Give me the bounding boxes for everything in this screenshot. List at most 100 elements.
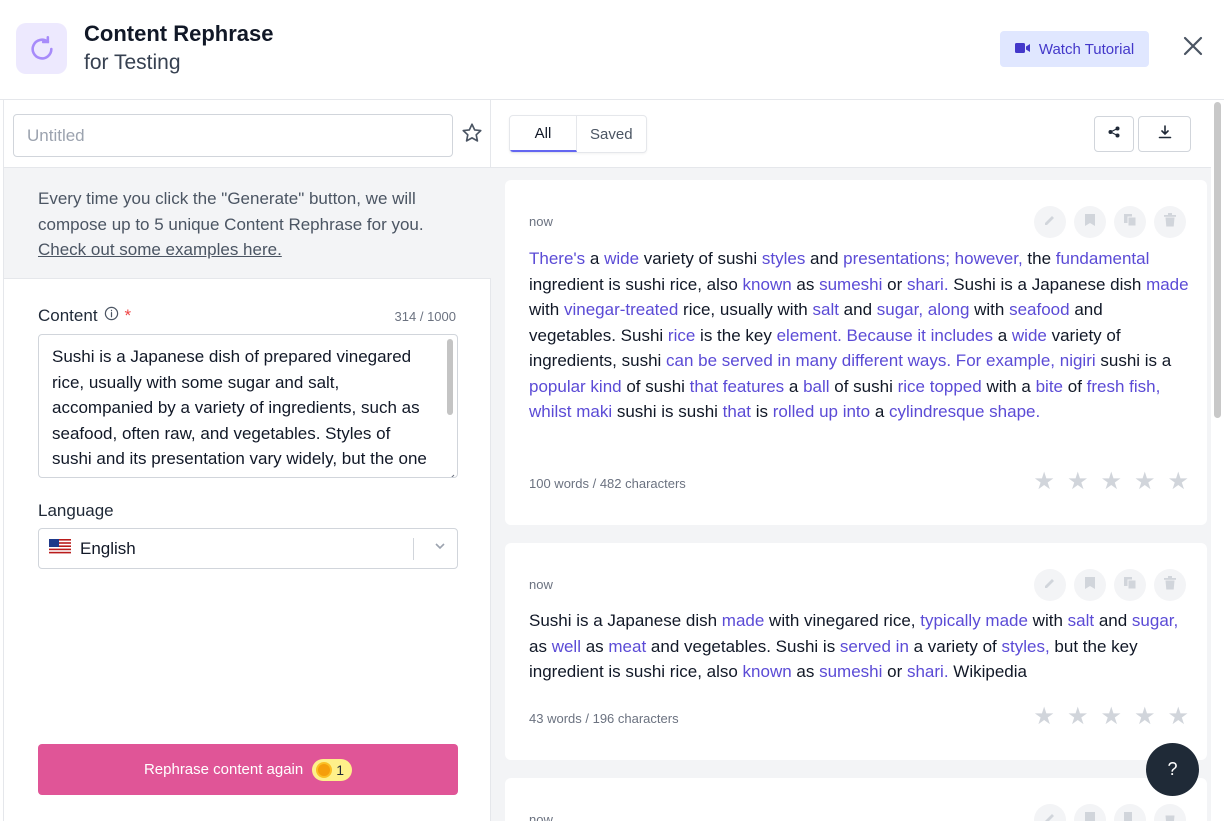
save-button[interactable]	[1074, 206, 1106, 238]
text-segment: with	[1027, 611, 1068, 630]
copy-icon	[1123, 811, 1137, 821]
watch-tutorial-button[interactable]: Watch Tutorial	[1000, 31, 1149, 67]
character-count: 314 / 1000	[394, 309, 456, 324]
rephrased-word: known	[742, 662, 792, 681]
credit-badge: 1	[312, 758, 353, 781]
edit-button[interactable]	[1034, 206, 1066, 238]
text-segment: and	[1094, 611, 1132, 630]
tab-saved[interactable]: Saved	[577, 116, 646, 152]
edit-button[interactable]	[1034, 804, 1066, 821]
copy-icon	[1123, 576, 1137, 595]
bookmark-icon	[1084, 213, 1096, 232]
rephrased-word: seafood	[1009, 300, 1070, 319]
textarea-scrollbar[interactable]	[447, 339, 453, 415]
text-segment: as	[791, 662, 820, 681]
download-button[interactable]	[1138, 116, 1191, 152]
text-segment: is	[751, 402, 773, 421]
text-segment: ingredient is sushi rice, also	[529, 274, 743, 294]
input-panel: Every time you click the "Generate" butt…	[3, 100, 491, 821]
edit-button[interactable]	[1034, 569, 1066, 601]
text-segment: and	[805, 249, 844, 268]
content-label-text: Content	[38, 306, 98, 325]
result-text: Sushi is a Japanese dish made with vineg…	[529, 608, 1189, 685]
rephrased-word: made	[1146, 274, 1189, 294]
help-button[interactable]: ?	[1146, 743, 1199, 796]
rephrased-word: popular kind	[529, 376, 622, 396]
text-segment: sushi is a	[1095, 351, 1172, 370]
star-icon[interactable]: ★	[1100, 470, 1122, 494]
text-segment: as	[580, 636, 609, 656]
star-icon[interactable]: ★	[1033, 470, 1055, 494]
rephrased-word: rice	[667, 325, 696, 345]
rephrased-word: made	[721, 611, 765, 630]
star-icon[interactable]: ★	[1134, 705, 1156, 729]
resize-handle[interactable]	[445, 465, 455, 477]
copy-button[interactable]	[1114, 569, 1146, 601]
text-segment: and vegetables. Sushi is	[646, 636, 840, 656]
credit-count: 1	[336, 761, 345, 778]
text-segment: of	[1063, 376, 1087, 396]
star-icon[interactable]: ★	[1134, 470, 1156, 494]
rephrased-word: styles	[761, 249, 806, 268]
language-label: Language	[38, 501, 114, 520]
save-button[interactable]	[1074, 569, 1106, 601]
language-select[interactable]: English	[38, 528, 458, 569]
share-icon	[1108, 125, 1120, 143]
title-input[interactable]	[13, 114, 453, 157]
results-scrollbar[interactable]	[1211, 100, 1224, 821]
info-text: Every time you click the "Generate" butt…	[38, 189, 424, 234]
rephrased-word: styles,	[1001, 636, 1050, 656]
scrollbar-thumb[interactable]	[1214, 102, 1221, 418]
examples-link[interactable]: Check out some examples here.	[38, 240, 282, 259]
video-camera-icon	[1014, 41, 1031, 58]
text-segment: Sushi is a Japanese dish	[948, 274, 1147, 294]
result-timestamp: now	[529, 577, 553, 592]
content-textarea[interactable]: Sushi is a Japanese dish of prepared vin…	[38, 334, 458, 478]
copy-button[interactable]	[1114, 206, 1146, 238]
rating-stars: ★ ★ ★ ★ ★	[1033, 705, 1189, 729]
delete-button[interactable]	[1154, 206, 1186, 238]
close-icon	[1182, 35, 1204, 62]
rephrased-word: can be served in many different ways. Fo…	[666, 351, 1096, 370]
rephrase-button[interactable]: Rephrase content again 1	[38, 744, 458, 795]
tab-all[interactable]: All	[510, 116, 577, 152]
trash-icon	[1164, 212, 1176, 232]
share-button[interactable]	[1094, 116, 1134, 152]
rephrased-word: shari.	[906, 274, 949, 294]
favorite-button[interactable]	[461, 122, 483, 144]
copy-button[interactable]	[1114, 804, 1146, 821]
text-segment: or	[882, 274, 907, 294]
rephrased-word: that	[722, 402, 752, 421]
rephrased-word: rolled up into	[772, 402, 871, 421]
star-icon[interactable]: ★	[1167, 705, 1189, 729]
us-flag-icon	[49, 538, 71, 559]
text-segment: as	[791, 274, 820, 294]
rephrased-word: cylindresque shape.	[889, 402, 1041, 421]
result-actions	[1034, 569, 1186, 601]
star-icon[interactable]: ★	[1100, 705, 1122, 729]
close-button[interactable]	[1178, 33, 1208, 63]
pencil-icon	[1043, 811, 1057, 821]
rephrased-word: sugar,	[1131, 611, 1179, 630]
rephrased-word: presentations; however,	[843, 249, 1023, 268]
save-button[interactable]	[1074, 804, 1106, 821]
rephrased-word: ball	[803, 376, 830, 396]
star-icon[interactable]: ★	[1067, 705, 1089, 729]
rephrased-word: known	[742, 274, 792, 294]
delete-button[interactable]	[1154, 569, 1186, 601]
text-segment: with a	[981, 376, 1036, 396]
text-segment: a	[585, 249, 605, 268]
bookmark-icon	[1084, 576, 1096, 595]
text-segment: a	[993, 325, 1012, 345]
info-icon[interactable]	[104, 306, 119, 326]
info-box: Every time you click the "Generate" butt…	[4, 167, 491, 279]
delete-button[interactable]	[1154, 804, 1186, 821]
star-icon[interactable]: ★	[1167, 470, 1189, 494]
star-icon[interactable]: ★	[1033, 705, 1055, 729]
star-icon[interactable]: ★	[1067, 470, 1089, 494]
rephrased-word: rice topped	[897, 376, 982, 396]
result-actions	[1034, 206, 1186, 238]
results-panel: All Saved now There's a wide variety of …	[491, 100, 1224, 821]
rephrased-word: fundamental	[1055, 249, 1150, 268]
text-segment: a variety of	[908, 636, 1002, 656]
